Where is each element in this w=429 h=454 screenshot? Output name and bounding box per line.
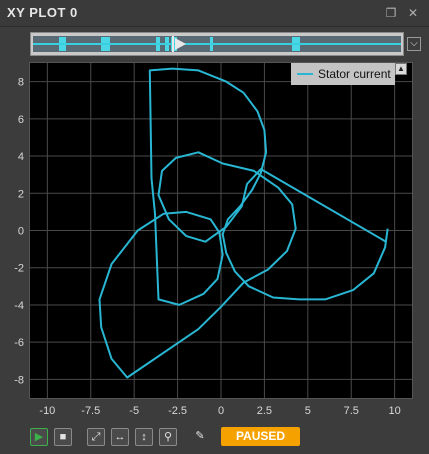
x-tick-label: 5 (305, 405, 311, 417)
playhead-line[interactable] (171, 36, 174, 52)
y-tick-label: 0 (18, 226, 24, 238)
fit-horizontal-icon[interactable]: ↔ (111, 428, 129, 446)
fit-both-icon[interactable]: ⤢ (87, 428, 105, 446)
y-tick-label: 2 (18, 188, 24, 200)
play-icon[interactable]: ▶ (30, 428, 48, 446)
x-tick-label: -10 (39, 405, 55, 417)
fit-vertical-icon[interactable]: ↕ (135, 428, 153, 446)
x-axis: -10 -7.5 -5 -2.5 0 2.5 5 7.5 10 (39, 405, 401, 417)
title-bar: XY PLOT 0 ❐ ✕ (0, 0, 429, 27)
status-badge: PAUSED (221, 427, 300, 446)
legend-label: Stator current (318, 67, 391, 81)
y-tick-label: 8 (18, 77, 24, 89)
x-tick-label: 0 (218, 405, 224, 417)
zoom-icon[interactable]: ⚲ (159, 428, 177, 446)
scrubber-track (33, 43, 401, 45)
plot-area[interactable] (29, 62, 413, 399)
playhead-icon[interactable] (174, 38, 186, 50)
x-tick-label: 2.5 (257, 405, 272, 417)
y-tick-label: 6 (18, 114, 24, 126)
y-tick-label: -2 (14, 263, 24, 275)
chevron-down-icon[interactable]: ⌵ (407, 37, 421, 51)
x-tick-label: -5 (129, 405, 139, 417)
x-tick-label: -2.5 (168, 405, 187, 417)
scrubber-track-area[interactable] (33, 36, 401, 52)
restore-icon[interactable]: ❐ (384, 6, 398, 20)
window-title: XY PLOT 0 (7, 5, 78, 20)
brush-icon[interactable]: ✎ (191, 428, 209, 446)
x-tick-label: 7.5 (344, 405, 359, 417)
xy-plot[interactable] (30, 63, 412, 398)
legend-swatch (297, 73, 313, 75)
y-axis: 8 6 4 2 0 -2 -4 -6 -8 (14, 77, 24, 387)
chevron-up-icon[interactable]: ▲ (395, 63, 407, 75)
y-tick-label: -6 (14, 337, 24, 349)
x-tick-label: -7.5 (81, 405, 100, 417)
close-icon[interactable]: ✕ (406, 6, 420, 20)
y-tick-label: -8 (14, 374, 24, 386)
x-tick-label: 10 (389, 405, 401, 417)
legend: Stator current (291, 63, 395, 85)
y-tick-label: 4 (18, 151, 24, 163)
stop-icon[interactable]: ■ (54, 428, 72, 446)
series-line-stator-current (98, 67, 389, 379)
timeline-scrubber[interactable] (30, 32, 404, 56)
y-tick-label: -4 (14, 300, 24, 312)
